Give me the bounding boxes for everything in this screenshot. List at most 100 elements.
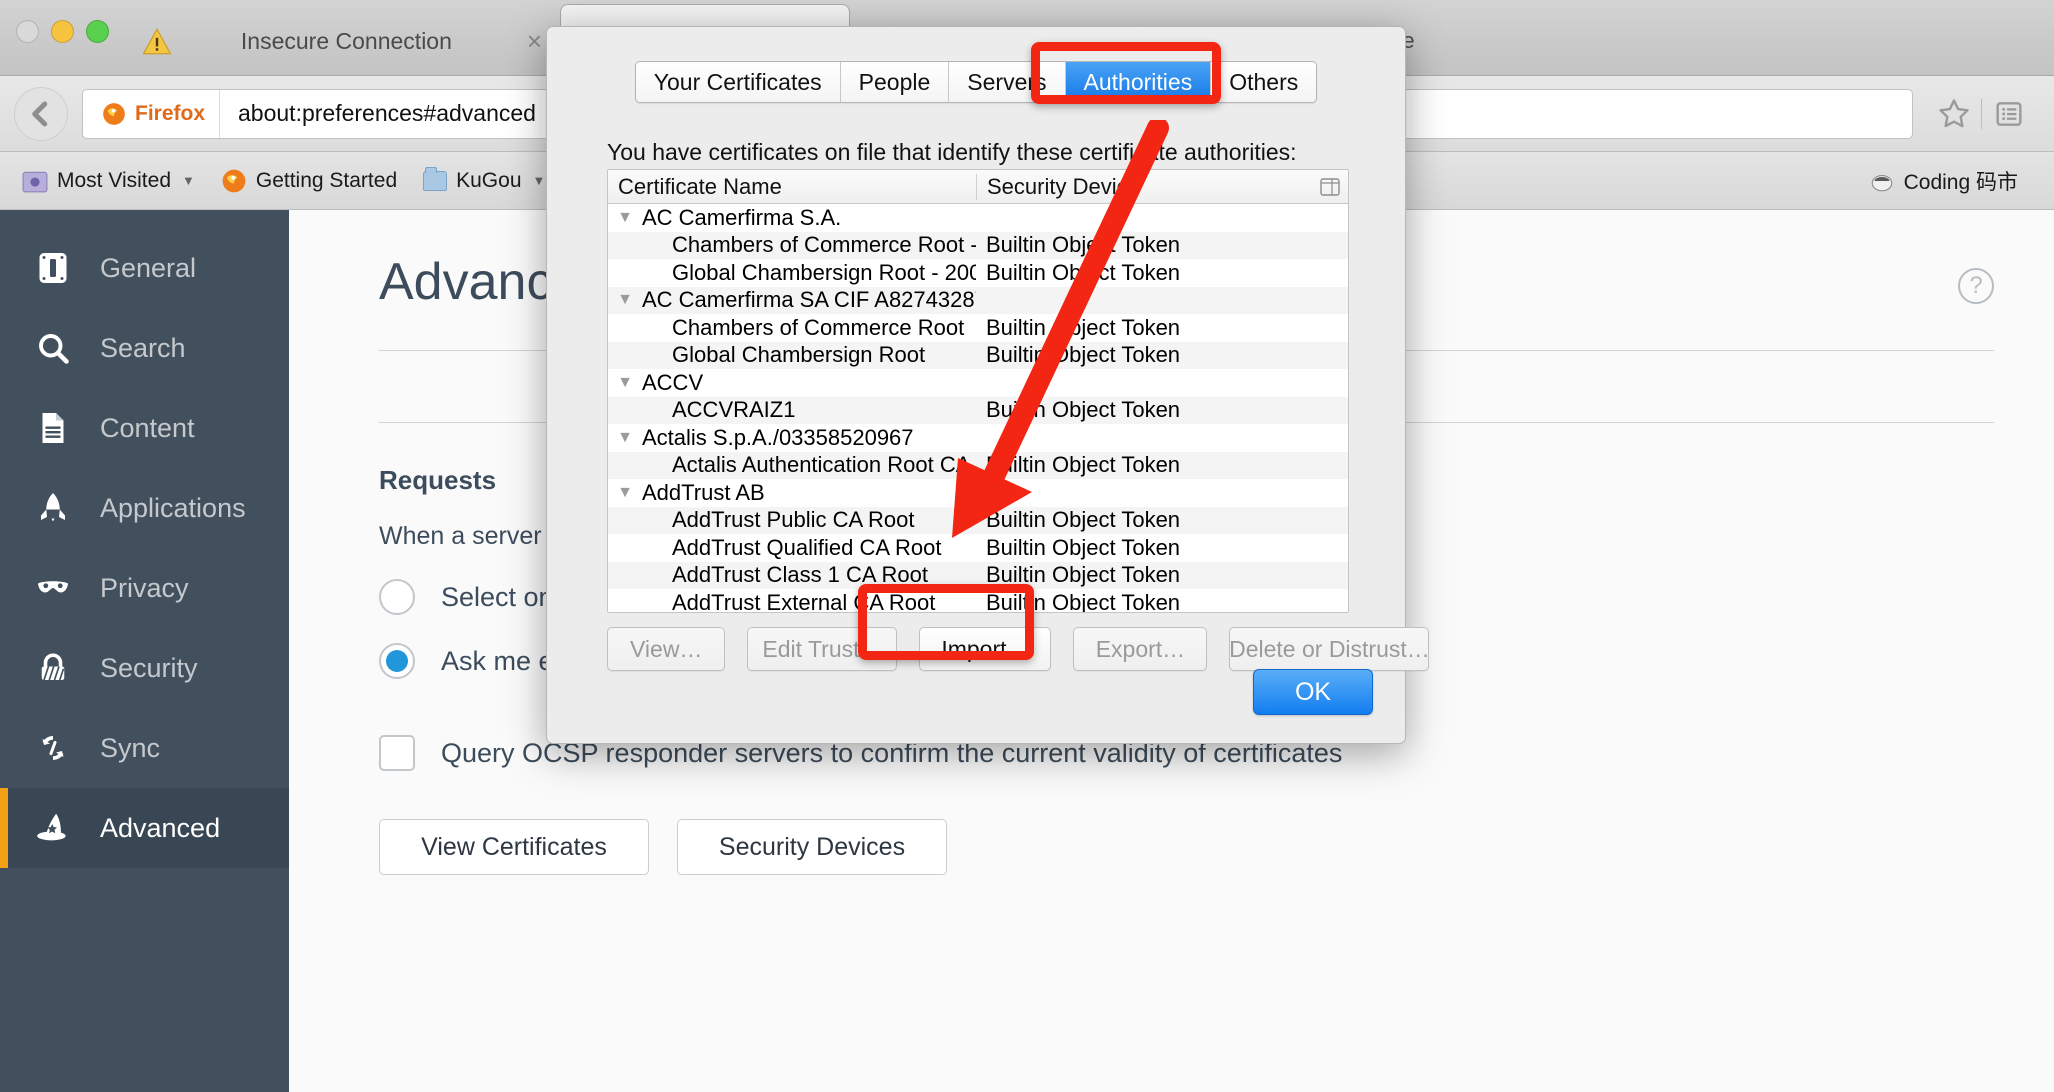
twisty-expanded-icon[interactable]: ▼ — [608, 209, 642, 227]
table-row[interactable]: Global Chambersign RootBuiltin Object To… — [608, 342, 1348, 370]
bookmark-star-button[interactable] — [1927, 97, 1981, 131]
preferences-sidebar: General Search Content Applications — [0, 210, 289, 1092]
tab-people[interactable]: People — [841, 62, 950, 102]
sidebar-item-applications[interactable]: Applications — [0, 468, 289, 548]
checkbox-input[interactable] — [379, 735, 415, 771]
table-row[interactable]: Chambers of Commerce RootBuiltin Object … — [608, 314, 1348, 342]
table-row[interactable]: Global Chambersign Root - 2008Builtin Ob… — [608, 259, 1348, 287]
sidebar-item-security[interactable]: Security — [0, 628, 289, 708]
delete-or-distrust-button[interactable]: Delete or Distrust… — [1229, 627, 1429, 671]
table-row[interactable]: ▼AC Camerfirma SA CIF A82743287 — [608, 287, 1348, 315]
tab-insecure-connection[interactable]: Insecure Connection × — [130, 6, 560, 76]
cell-security-device: Builtin Object Token — [976, 507, 1348, 533]
cell-certificate-name: AddTrust AB — [642, 480, 976, 506]
back-arrow-icon — [26, 99, 56, 129]
twisty-expanded-icon[interactable]: ▼ — [608, 484, 642, 502]
cell-certificate-name: AddTrust Class 1 CA Root — [642, 562, 976, 588]
cell-certificate-name: AddTrust Public CA Root — [642, 507, 976, 533]
zoom-window-button[interactable] — [86, 20, 109, 43]
bookmark-getting-started[interactable]: Getting Started — [211, 164, 407, 198]
twisty-expanded-icon[interactable]: ▼ — [608, 429, 642, 447]
sidebar-item-label: Advanced — [100, 813, 220, 844]
url-text[interactable]: about:preferences#advanced — [220, 100, 536, 127]
table-row[interactable]: AddTrust Qualified CA RootBuiltin Object… — [608, 534, 1348, 562]
table-row[interactable]: ▼AddTrust AB — [608, 479, 1348, 507]
cell-security-device: Builtin Object Token — [976, 232, 1348, 258]
tab-close-icon[interactable]: × — [521, 26, 548, 57]
sync-icon — [32, 727, 74, 769]
warning-icon — [142, 28, 172, 55]
table-row[interactable]: ▼ACCV — [608, 369, 1348, 397]
back-button[interactable] — [14, 87, 68, 141]
cell-certificate-name: AddTrust Qualified CA Root — [642, 535, 976, 561]
twisty-expanded-icon[interactable]: ▼ — [608, 291, 642, 309]
help-icon[interactable]: ? — [1958, 268, 1994, 304]
sidebar-item-general[interactable]: General — [0, 228, 289, 308]
bookmark-label: Most Visited — [57, 169, 171, 193]
reading-list-button[interactable] — [1982, 98, 2036, 130]
sidebar-item-label: Privacy — [100, 573, 189, 604]
edit-trust-button[interactable]: Edit Trust… — [747, 627, 897, 671]
coding-icon — [1869, 170, 1895, 192]
tab-authorities[interactable]: Authorities — [1066, 62, 1212, 102]
sidebar-item-advanced[interactable]: Advanced — [0, 788, 289, 868]
twisty-expanded-icon[interactable]: ▼ — [608, 374, 642, 392]
close-window-button[interactable] — [16, 20, 39, 43]
table-header: Certificate Name Security Device — [608, 170, 1348, 204]
certificate-tabs: Your Certificates People Servers Authori… — [547, 61, 1405, 103]
general-icon — [32, 247, 74, 289]
sidebar-item-label: Content — [100, 413, 195, 444]
cell-security-device: Builtin Object Token — [976, 397, 1348, 423]
security-lock-icon — [32, 647, 74, 689]
cell-certificate-name: Global Chambersign Root — [642, 342, 976, 368]
tab-your-certificates[interactable]: Your Certificates — [636, 62, 841, 102]
tab-servers[interactable]: Servers — [949, 62, 1065, 102]
table-body: ▼AC Camerfirma S.A.Chambers of Commerce … — [608, 204, 1348, 613]
cell-security-device: Builtin Object Token — [976, 590, 1348, 613]
sidebar-item-label: Search — [100, 333, 186, 364]
column-header-certificate-name[interactable]: Certificate Name — [608, 174, 976, 200]
security-devices-button[interactable]: Security Devices — [677, 819, 947, 875]
chevron-down-icon[interactable]: ▼ — [533, 173, 546, 188]
export-button[interactable]: Export… — [1073, 627, 1207, 671]
bookmark-coding[interactable]: Coding 码市 — [1859, 162, 2028, 200]
content-icon — [32, 407, 74, 449]
minimize-window-button[interactable] — [51, 20, 74, 43]
table-row[interactable]: ACCVRAIZ1Builtin Object Token — [608, 397, 1348, 425]
chevron-down-icon[interactable]: ▼ — [182, 173, 195, 188]
sidebar-item-label: General — [100, 253, 196, 284]
sidebar-item-privacy[interactable]: Privacy — [0, 548, 289, 628]
cell-security-device: Builtin Object Token — [976, 562, 1348, 588]
cell-certificate-name: ACCVRAIZ1 — [642, 397, 976, 423]
bookmark-most-visited[interactable]: Most Visited ▼ — [12, 165, 205, 197]
import-button[interactable]: Import… — [919, 627, 1051, 671]
firefox-brand-chip: Firefox — [83, 90, 220, 138]
cell-certificate-name: Chambers of Commerce Root - 2008 — [642, 232, 976, 258]
table-row[interactable]: AddTrust Class 1 CA RootBuiltin Object T… — [608, 562, 1348, 590]
radio-button-selected[interactable] — [379, 643, 415, 679]
table-row[interactable]: ▼Actalis S.p.A./03358520967 — [608, 424, 1348, 452]
bookmark-kugou[interactable]: KuGou ▼ — [413, 165, 555, 197]
cell-security-device: Builtin Object Token — [976, 315, 1348, 341]
tab-others[interactable]: Others — [1211, 62, 1316, 102]
cell-certificate-name: Actalis S.p.A./03358520967 — [642, 425, 976, 451]
table-row[interactable]: ▼AC Camerfirma S.A. — [608, 204, 1348, 232]
table-row[interactable]: AddTrust External CA RootBuiltin Object … — [608, 589, 1348, 613]
table-row[interactable]: AddTrust Public CA RootBuiltin Object To… — [608, 507, 1348, 535]
cell-security-device: Builtin Object Token — [976, 452, 1348, 478]
view-certificates-button[interactable]: View Certificates — [379, 819, 649, 875]
sidebar-item-search[interactable]: Search — [0, 308, 289, 388]
ok-button[interactable]: OK — [1253, 669, 1373, 715]
sidebar-item-sync[interactable]: Sync — [0, 708, 289, 788]
table-row[interactable]: Chambers of Commerce Root - 2008Builtin … — [608, 232, 1348, 260]
column-picker-icon[interactable] — [1312, 178, 1348, 196]
sidebar-item-content[interactable]: Content — [0, 388, 289, 468]
window-traffic-lights[interactable] — [16, 20, 109, 43]
radio-button[interactable] — [379, 579, 415, 615]
cell-security-device: Builtin Object Token — [976, 260, 1348, 286]
cell-certificate-name: Actalis Authentication Root CA — [642, 452, 976, 478]
column-header-security-device[interactable]: Security Device — [977, 174, 1312, 200]
table-row[interactable]: Actalis Authentication Root CABuiltin Ob… — [608, 452, 1348, 480]
view-button[interactable]: View… — [607, 627, 725, 671]
certificate-table[interactable]: Certificate Name Security Device ▼AC Cam… — [607, 169, 1349, 613]
